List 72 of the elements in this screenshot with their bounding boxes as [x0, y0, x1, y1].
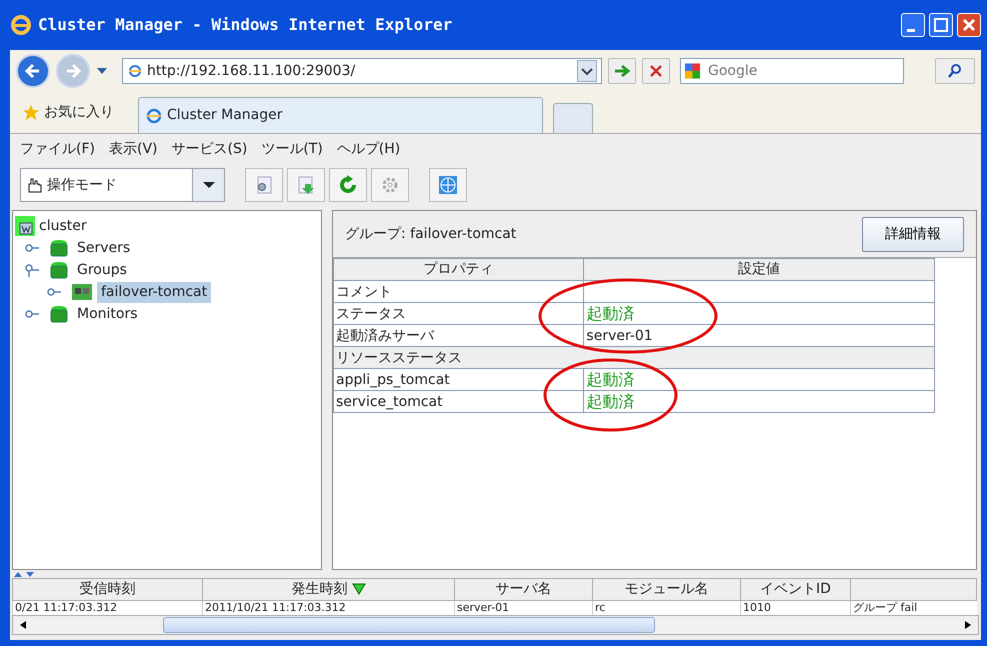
- maximize-button[interactable]: [929, 13, 953, 37]
- mode-dropdown[interactable]: 操作モード: [20, 168, 225, 202]
- property-value: 起動済: [586, 392, 634, 410]
- column-header: モジュール名: [592, 578, 740, 600]
- search-icon: [947, 63, 963, 79]
- gear-icon[interactable]: [371, 168, 409, 202]
- table-cell: 0/21 11:17:03.312: [12, 600, 202, 614]
- back-button[interactable]: [16, 54, 50, 88]
- folder-icon: [49, 261, 69, 279]
- details-button[interactable]: 詳細情報: [862, 216, 964, 252]
- scroll-left-icon[interactable]: [19, 620, 27, 630]
- browser-tab[interactable]: Cluster Manager: [138, 97, 543, 133]
- tree-item[interactable]: Groups: [73, 260, 131, 280]
- close-icon: [649, 64, 663, 78]
- property-name: ステータス: [334, 302, 584, 324]
- go-button[interactable]: [608, 58, 636, 84]
- column-header: プロパティ: [334, 258, 584, 280]
- stop-button[interactable]: [642, 58, 670, 84]
- scroll-right-icon[interactable]: [964, 620, 972, 630]
- table-cell: 2011/10/21 11:17:03.312: [202, 600, 454, 614]
- menu-item[interactable]: 表示(V): [108, 138, 158, 160]
- table-cell: 1010: [740, 600, 850, 614]
- property-name: コメント: [334, 280, 584, 302]
- dropdown-icon[interactable]: [577, 60, 597, 82]
- table-cell: server-01: [454, 600, 592, 614]
- menu-item[interactable]: ツール(T): [261, 138, 323, 160]
- menu-item[interactable]: サービス(S): [172, 138, 248, 160]
- section-header: リソースステータス: [334, 346, 934, 368]
- table-cell: グループ fail: [850, 600, 976, 614]
- group-title: グループ: failover-tomcat: [345, 224, 516, 244]
- property-value: server-01: [586, 328, 653, 344]
- close-button[interactable]: [957, 13, 981, 37]
- horizontal-scrollbar[interactable]: [12, 614, 979, 634]
- arrow-icon: [613, 64, 631, 78]
- folder-icon: [49, 305, 69, 323]
- tree-item[interactable]: failover-tomcat: [97, 282, 212, 302]
- property-value: 起動済: [586, 370, 634, 388]
- cluster-icon: [15, 216, 35, 236]
- group-icon: [71, 283, 93, 301]
- search-button[interactable]: [935, 58, 975, 84]
- tree-item[interactable]: Servers: [73, 238, 134, 258]
- folder-icon: [49, 239, 69, 257]
- search-icon[interactable]: [245, 168, 283, 202]
- refresh-icon[interactable]: [329, 168, 367, 202]
- menu-item[interactable]: ファイル(F): [20, 138, 95, 160]
- window-title: Cluster Manager - Windows Internet Explorer: [38, 14, 452, 36]
- sort-icon[interactable]: [352, 583, 366, 596]
- star-icon[interactable]: [22, 104, 40, 122]
- close-icon: [962, 18, 976, 32]
- table-cell: rc: [592, 600, 740, 614]
- column-header: 受信時刻: [12, 578, 202, 600]
- favorites-button[interactable]: お気に入り: [44, 102, 114, 123]
- maximize-icon: [934, 18, 948, 32]
- minimize-icon: [907, 28, 915, 32]
- download-icon[interactable]: [287, 168, 325, 202]
- property-name: appli_ps_tomcat: [334, 368, 584, 390]
- tree-item[interactable]: cluster: [39, 216, 87, 236]
- column-header: 設定値: [584, 258, 934, 280]
- dropdown-icon[interactable]: [96, 67, 108, 75]
- column-header: サーバ名: [454, 578, 592, 600]
- menu-item[interactable]: ヘルプ(H): [336, 138, 400, 160]
- page-icon: [127, 63, 143, 79]
- tree-item[interactable]: Monitors: [73, 304, 142, 324]
- column-header: イベントID: [740, 578, 850, 600]
- ie-logo-icon: [10, 14, 32, 36]
- page-icon: [145, 106, 163, 124]
- globe-icon[interactable]: [429, 168, 467, 202]
- minimize-button[interactable]: [901, 13, 925, 37]
- property-value: 起動済: [586, 304, 634, 322]
- caret-icon: [202, 181, 216, 189]
- property-name: service_tomcat: [334, 390, 584, 412]
- column-header: 発生時刻: [202, 578, 454, 600]
